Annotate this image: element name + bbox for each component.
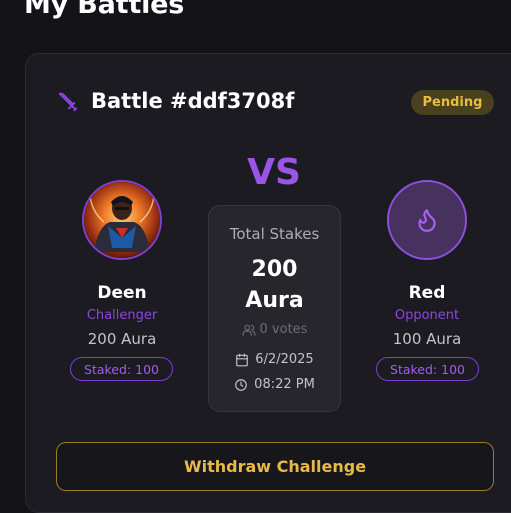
challenger-name: Deen: [97, 283, 147, 303]
page-title: My Battles: [24, 0, 185, 20]
date-row: 6/2/2025: [209, 352, 340, 367]
opponent-staked-badge: Staked: 100: [376, 357, 479, 381]
challenger-avatar[interactable]: [82, 180, 162, 260]
time-row: 08:22 PM: [209, 377, 340, 392]
total-stakes-label: Total Stakes: [229, 225, 320, 243]
challenger-staked-badge: Staked: 100: [70, 357, 173, 381]
clock-icon: [235, 378, 248, 391]
battle-date: 6/2/2025: [255, 352, 314, 367]
votes-row: 0 votes: [209, 322, 340, 337]
users-icon: [242, 324, 255, 336]
battle-time: 08:22 PM: [254, 377, 315, 392]
opponent-avatar[interactable]: [387, 180, 467, 260]
sword-icon: [58, 92, 78, 112]
challenger-role: Challenger: [86, 308, 158, 323]
opponent-aura: 100 Aura: [392, 330, 462, 348]
total-stakes-amount: 200 Aura: [209, 254, 340, 316]
total-stakes-panel: Total Stakes 200 Aura 0 votes 6/2/2025 0…: [208, 205, 341, 412]
votes-count: 0 votes: [259, 322, 308, 337]
vs-label: VS: [247, 152, 301, 193]
calendar-icon: [236, 353, 249, 366]
challenger-aura: 200 Aura: [87, 330, 157, 348]
status-badge: Pending: [411, 90, 494, 115]
opponent-role: Opponent: [394, 308, 460, 323]
flame-icon: [418, 209, 436, 232]
opponent-name: Red: [408, 283, 446, 303]
total-stakes-value: 200: [251, 257, 298, 282]
withdraw-challenge-button[interactable]: Withdraw Challenge: [56, 442, 494, 491]
battle-title: Battle #ddf3708f: [91, 89, 295, 113]
total-stakes-unit: Aura: [245, 288, 304, 313]
